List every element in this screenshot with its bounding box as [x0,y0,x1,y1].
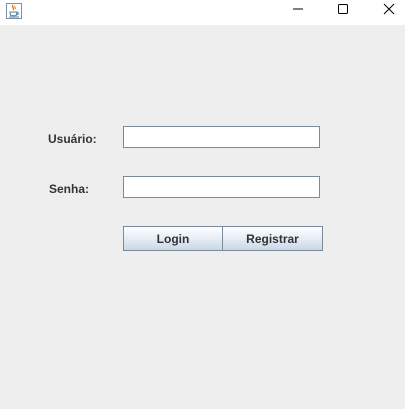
password-field[interactable] [123,176,320,198]
maximize-icon [337,2,349,20]
username-label: Usuário: [48,132,97,146]
username-field[interactable] [123,126,320,148]
register-button[interactable]: Registrar [222,226,323,251]
java-cup-icon [6,3,22,19]
login-window: Usuário: Senha: Login Registrar [0,0,405,409]
title-bar[interactable] [0,0,405,25]
login-button[interactable]: Login [123,226,223,251]
minimize-icon [292,2,304,20]
minimize-button[interactable] [275,0,321,22]
close-button[interactable] [366,0,405,22]
password-label: Senha: [49,182,90,196]
close-icon [383,2,395,20]
maximize-button[interactable] [320,0,366,22]
